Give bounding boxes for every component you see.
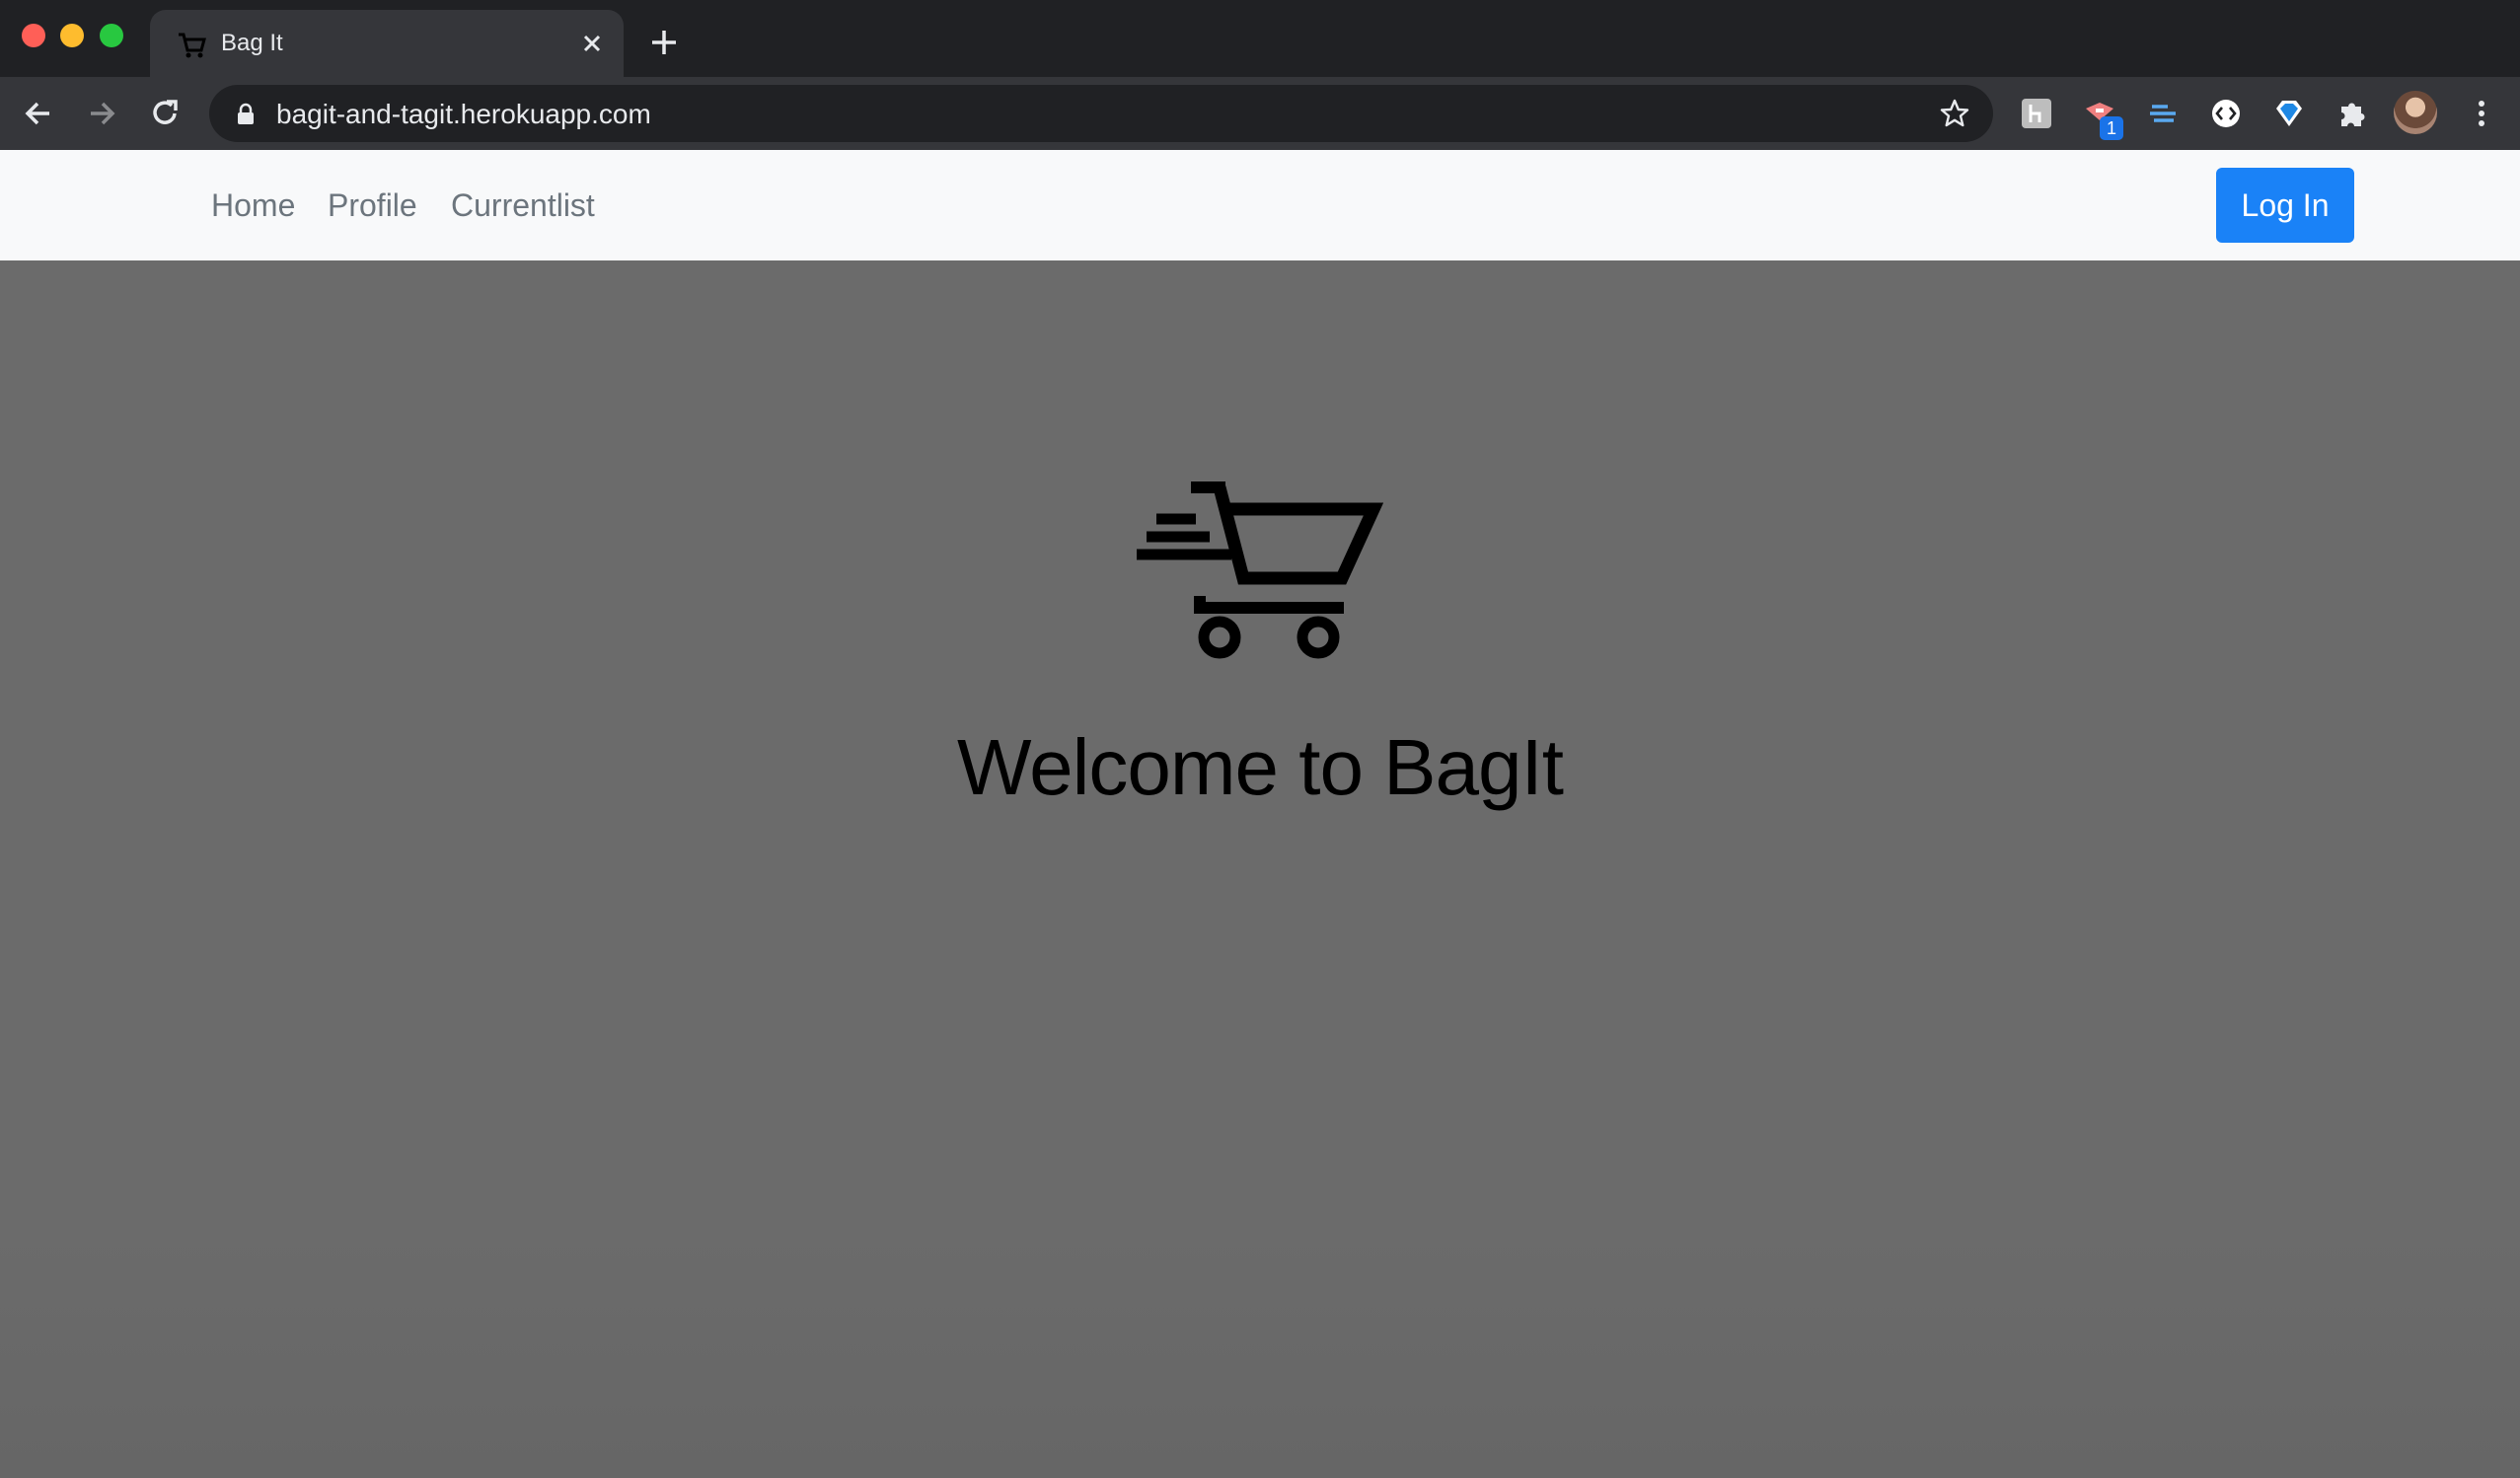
tab-title: Bag It [221,30,283,56]
back-arrow-icon[interactable] [20,95,57,132]
shopping-cart-speed-icon [1137,481,1383,659]
puzzle-extensions-icon[interactable] [2334,95,2371,132]
nav-link-home[interactable]: Home [211,185,295,225]
browser-tabstrip: Bag It [0,0,2520,77]
browser-tab[interactable]: Bag It [150,10,624,77]
login-button[interactable]: Log In [2216,168,2354,243]
browser-toolbar: bagit-and-tagit.herokuapp.com 1 [0,77,2520,150]
forward-arrow-icon[interactable] [83,95,120,132]
hypothesis-extension-icon[interactable] [2018,95,2055,132]
extension-badge: 1 [2100,116,2123,140]
window-maximize-button[interactable] [100,24,123,47]
window-minimize-button[interactable] [60,24,84,47]
nav-link-profile[interactable]: Profile [328,185,417,225]
new-tab-icon[interactable] [647,26,681,59]
welcome-heading: Welcome to BagIt [957,723,1564,811]
more-options-icon[interactable] [2463,95,2500,132]
address-bar[interactable]: bagit-and-tagit.herokuapp.com [209,85,1993,142]
code-extension-icon[interactable] [2207,95,2245,132]
profile-avatar[interactable] [2394,91,2437,134]
nav-link-currentlist[interactable]: Currentlist [451,185,595,225]
lock-icon[interactable] [235,103,257,126]
site-navbar: Home Profile Currentlist Log In [0,150,2520,260]
lines-extension-icon[interactable] [2144,95,2182,132]
url-text[interactable]: bagit-and-tagit.herokuapp.com [276,100,651,129]
diamond-extension-icon[interactable] [2270,95,2308,132]
modal-overlay [0,260,2520,1478]
cart-favicon-icon [179,33,206,58]
web-page: Home Profile Currentlist Log In [0,150,2520,1478]
bookmark-star-icon[interactable] [1938,97,1971,130]
reload-icon[interactable] [146,95,184,132]
close-tab-icon[interactable] [576,28,608,59]
window-close-button[interactable] [22,24,45,47]
